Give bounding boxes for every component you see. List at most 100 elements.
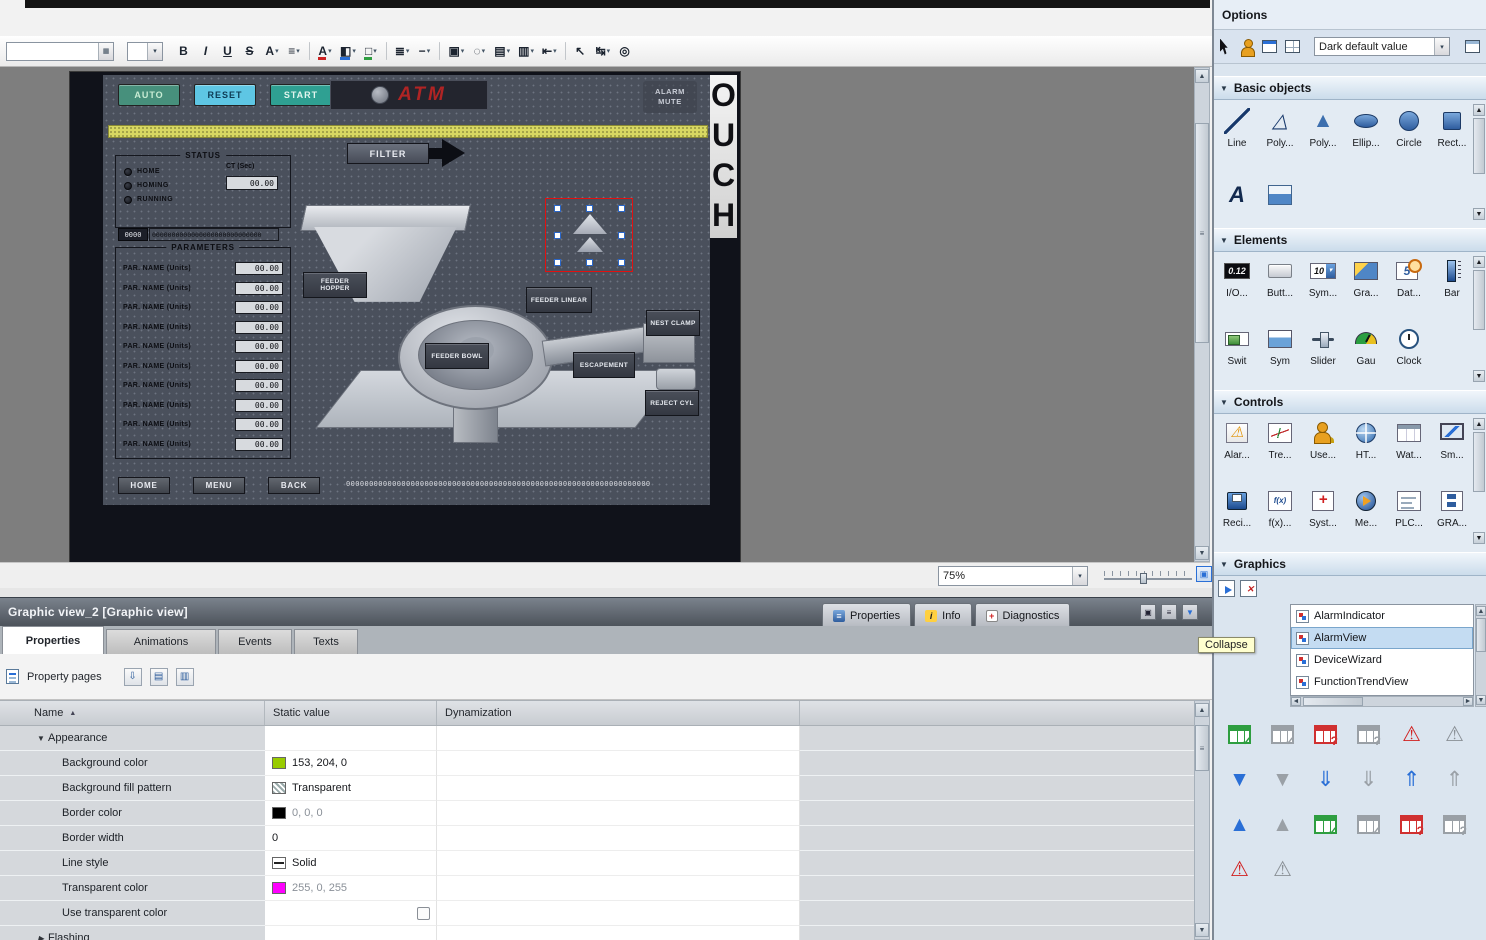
tool-html-browser[interactable]: HT... [1345,418,1387,461]
tool-graphic-view[interactable] [1259,180,1301,212]
thumb-table-check-color[interactable]: ✓ [1218,712,1261,757]
scrollbar-thumb[interactable]: ≡ [1195,725,1209,771]
thumb-arrow-down-blue[interactable]: ▼ [1218,757,1261,802]
scroll-up-icon[interactable]: ▲ [1195,703,1209,717]
scroll-down-icon[interactable]: ▼ [1473,208,1485,220]
user-icon[interactable] [1240,39,1254,55]
thumb-warning-gray[interactable]: ⚠ [1433,712,1476,757]
table-row-border-color[interactable]: Border color 0, 0, 0 [0,801,1194,826]
tab-properties[interactable]: ≡ Properties [822,603,911,627]
table-row-transparent-color[interactable]: Transparent color 255, 0, 255 [0,876,1194,901]
line-style-swatch[interactable] [272,857,286,869]
column-static-value[interactable]: Static value [265,701,437,725]
dynamization-cell[interactable] [437,901,800,926]
hmi-filter-button[interactable]: FILTER [347,143,429,164]
expand-categories-icon[interactable]: ▤ [150,668,168,686]
color-swatch[interactable] [272,757,286,769]
hmi-code-field[interactable]: 0000 [118,228,148,241]
hmi-parameters-box[interactable]: PARAMETERS PAR. NAME (Units) 00.00 PAR. … [115,247,291,459]
list-view-icon[interactable] [1262,40,1277,53]
tool-rectangle[interactable]: Rect... [1431,106,1473,149]
tool-gauge[interactable]: Gau [1345,324,1387,367]
scrollbar-thumb[interactable] [1303,697,1363,706]
hmi-alarm-mute-button[interactable]: ALARM MUTE [643,81,697,113]
scroll-up-icon[interactable]: ▲ [1473,418,1485,430]
tool-user-view[interactable]: Use... [1302,418,1344,461]
graphics-tree-item[interactable]: AlarmView [1291,627,1473,649]
thumb-arrow-up-blue[interactable]: ⇑ [1390,757,1433,802]
zoom-slider[interactable] [1104,569,1192,583]
add-graphic-icon[interactable] [1218,580,1235,597]
selection-handle[interactable] [618,232,625,239]
selection-handle[interactable] [618,259,625,266]
menu-icon[interactable]: ≡ [1161,604,1177,620]
tool-plc-code-view[interactable]: PLC... [1388,486,1430,529]
select-cursor-icon[interactable] [1220,39,1232,55]
thumb-arrow-double-down-gray[interactable]: ⇓ [1347,757,1390,802]
tool-circle[interactable]: Circle [1388,106,1430,149]
tool-text-field[interactable] [1216,180,1258,212]
hmi-nav-button[interactable]: HOME [118,477,170,494]
tree-vertical-scrollbar[interactable]: ▲ ▼ [1475,604,1486,707]
thumb-table-check-color-2[interactable]: ✓ [1304,802,1347,847]
tool-media-player[interactable]: Me... [1345,486,1387,529]
graphics-tree[interactable]: AlarmIndicator AlarmView DeviceWizard Fu… [1290,604,1474,696]
tab-info[interactable]: i Info [914,603,971,627]
parameter-value-field[interactable]: 00.00 [235,399,283,412]
float-panel-icon[interactable] [1465,40,1480,53]
selection-handle[interactable] [554,259,561,266]
parameter-value-field[interactable]: 00.00 [235,379,283,392]
fit-to-screen-button[interactable]: ▣ [1196,566,1212,582]
thumb-arrow-down-gray[interactable]: ▼ [1261,757,1304,802]
dynamization-cell[interactable] [437,851,800,876]
thumb-warning-red-2[interactable]: ⚠ [1218,847,1261,892]
tool-smart-client[interactable]: Sm... [1431,418,1473,461]
tool-line[interactable]: Line [1216,106,1258,149]
selection-handle[interactable] [586,259,593,266]
grid-view-icon[interactable] [1285,40,1300,53]
pattern-swatch[interactable] [272,782,286,794]
table-row-border-width[interactable]: Border width 0 [0,826,1194,851]
collapse-pane-icon[interactable]: ▼ [1182,604,1198,620]
scroll-down-icon[interactable]: ▼ [1473,370,1485,382]
parameter-value-field[interactable]: 00.00 [235,438,283,451]
scrollbar-thumb[interactable] [1473,432,1485,492]
thumb-table-check-gray[interactable]: ✓ [1261,712,1304,757]
tool-polyline[interactable]: Poly... [1259,106,1301,149]
scrollbar-thumb[interactable] [1476,618,1486,652]
parameter-value-field[interactable]: 00.00 [235,360,283,373]
hmi-brand-panel[interactable]: ATM [330,80,488,110]
sort-icon[interactable]: ⇩ [124,668,142,686]
tool-switch[interactable]: Swit [1216,324,1258,367]
ct-value-field[interactable]: 00.00 [226,176,278,190]
tool-symbolic-io[interactable]: Sym... [1302,256,1344,299]
scroll-down-icon[interactable]: ▼ [1195,546,1209,560]
selected-widget[interactable] [545,198,633,272]
hmi-screen-workarea[interactable]: AUTO RESET START ATM [103,75,710,505]
thumb-arrow-up-gray[interactable]: ⇑ [1433,757,1476,802]
table-row-background-color[interactable]: Background color 153, 204, 0 [0,751,1194,776]
machine-label-feeder-bowl[interactable]: FEEDER BOWL [425,343,489,369]
parameter-value-field[interactable]: 00.00 [235,262,283,275]
hmi-code-zeros-field[interactable]: 0000000000000000000000000000 [149,228,279,241]
table-row-line-style[interactable]: Line style Solid [0,851,1194,876]
hmi-alarm-line-strip[interactable] [108,125,708,138]
selection-handle[interactable] [586,205,593,212]
editor-canvas[interactable]: AUTO RESET START ATM [0,67,1194,562]
machine-label-feeder-hopper[interactable]: FEEDER HOPPER [303,272,367,298]
palette-scrollbar[interactable]: ▲ ▼ [1473,104,1485,224]
section-elements[interactable]: ▼ Elements [1214,228,1486,252]
thumb-table-help-color-2[interactable]: ? [1390,802,1433,847]
machine-label-escapement[interactable]: ESCAPEMENT [573,352,635,378]
tree-horizontal-scrollbar[interactable]: ◄ ► [1290,696,1474,707]
graphics-tree-item[interactable]: AlarmIndicator [1291,605,1473,627]
expand-icon[interactable]: ▶ [34,934,48,940]
remove-graphic-icon[interactable] [1240,580,1257,597]
collapse-icon[interactable]: ▼ [34,734,48,743]
tool-trend-view[interactable]: Tre... [1259,418,1301,461]
table-vertical-scrollbar[interactable]: ▲ ≡ ▼ [1194,700,1210,940]
tool-slider[interactable]: Slider [1302,324,1344,367]
subtab-properties[interactable]: Properties [2,626,104,654]
thumb-warning-red[interactable]: ⚠ [1390,712,1433,757]
parameter-value-field[interactable]: 00.00 [235,418,283,431]
